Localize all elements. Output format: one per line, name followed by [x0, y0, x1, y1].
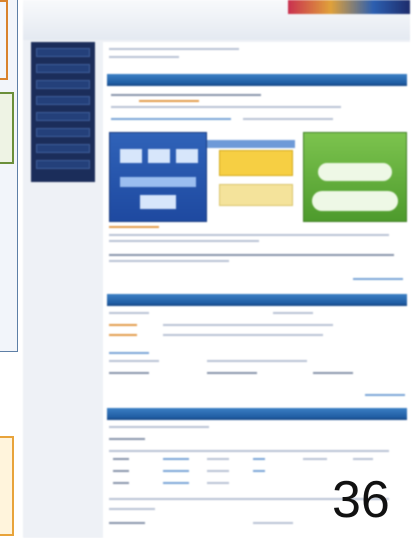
section-bar	[107, 408, 407, 420]
breadcrumb[interactable]	[109, 48, 239, 50]
sidebar-item[interactable]	[36, 48, 90, 57]
table-cell	[113, 482, 129, 484]
diagram-right-block	[303, 132, 407, 222]
subheading	[109, 438, 145, 440]
diagram-middle-lower-block	[219, 184, 293, 206]
text-line	[109, 234, 389, 236]
table-cell[interactable]	[163, 458, 189, 460]
page-number: 36	[332, 471, 390, 529]
sidebar-item[interactable]	[36, 144, 90, 153]
text-line	[109, 508, 155, 510]
text-line	[111, 94, 261, 96]
table-cell	[303, 458, 327, 460]
diagram-tile	[318, 163, 392, 181]
text-line	[207, 360, 307, 362]
table-header	[109, 312, 149, 314]
site-header	[23, 0, 410, 40]
subheading	[109, 352, 149, 354]
text-line	[109, 360, 159, 362]
diagram-tile	[148, 149, 170, 163]
more-link[interactable]	[365, 394, 405, 396]
website-screenshot	[23, 0, 410, 538]
main-content	[103, 42, 410, 538]
breadcrumb-line	[109, 56, 179, 58]
diagram-middle-block	[219, 150, 293, 176]
slide-yellow-callout	[0, 436, 14, 536]
table-cell	[207, 470, 229, 472]
diagram-left-block	[109, 132, 207, 222]
subheading	[109, 522, 145, 524]
sidebar-item[interactable]	[36, 112, 90, 121]
slide-green-callout	[0, 92, 14, 164]
highlight-text	[109, 226, 159, 228]
cloud-shape	[312, 191, 398, 211]
sidebar-item[interactable]	[36, 80, 90, 89]
table-cell	[207, 458, 229, 460]
text-line	[109, 372, 149, 374]
site-sidebar	[31, 42, 95, 182]
text-line	[243, 118, 333, 120]
table-cell[interactable]	[253, 458, 265, 460]
table-cell[interactable]	[163, 482, 189, 484]
table-cell[interactable]	[163, 470, 189, 472]
section-bar	[107, 294, 407, 306]
header-banner-image	[288, 0, 410, 14]
link-line[interactable]	[111, 118, 231, 120]
text-line	[109, 260, 229, 262]
text-line	[207, 372, 257, 374]
table-cell	[113, 458, 129, 460]
text-line	[109, 240, 259, 242]
table-rule	[109, 450, 389, 452]
diagram-arrow	[207, 140, 295, 148]
sidebar-item[interactable]	[36, 64, 90, 73]
diagram-tile	[176, 149, 198, 163]
table-cell	[113, 470, 129, 472]
table-cell[interactable]	[253, 470, 265, 472]
highlight-text	[139, 100, 199, 102]
slide-orange-callout	[0, 0, 8, 80]
sidebar-item[interactable]	[36, 160, 90, 169]
text-line	[109, 426, 209, 428]
sidebar-item[interactable]	[36, 128, 90, 137]
table-cell	[207, 482, 229, 484]
table-header	[273, 312, 313, 314]
text-line	[253, 522, 293, 524]
text-line	[111, 106, 341, 108]
diagram-tile	[140, 195, 176, 209]
more-link[interactable]	[353, 278, 403, 280]
diagram-tile	[120, 149, 142, 163]
sidebar-item[interactable]	[36, 96, 90, 105]
diagram-tile	[120, 177, 196, 187]
table-cell	[109, 324, 137, 326]
table-cell	[163, 324, 333, 326]
section-bar	[107, 74, 407, 86]
text-line	[109, 254, 394, 256]
text-line	[313, 372, 353, 374]
process-diagram	[107, 132, 407, 222]
table-cell	[163, 334, 323, 336]
table-cell	[109, 334, 137, 336]
table-cell	[353, 458, 373, 460]
